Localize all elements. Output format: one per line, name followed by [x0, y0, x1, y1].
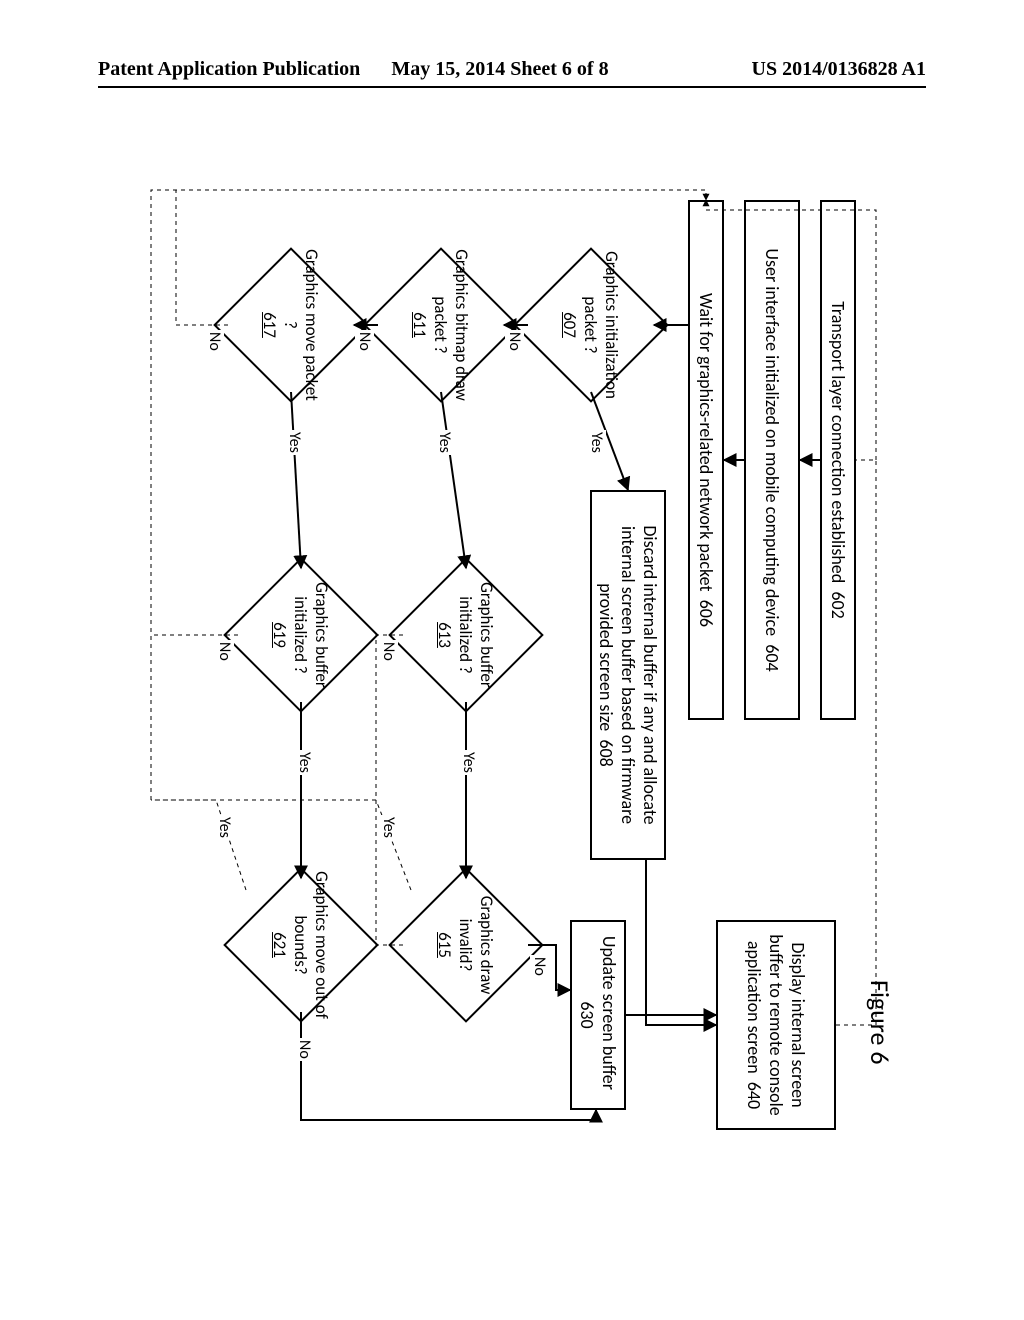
header-left: Patent Application Publication — [98, 58, 360, 81]
page: Patent Application Publication May 15, 2… — [0, 0, 1024, 1320]
diamond-613: Graphics buffer initialized ? 613 — [411, 580, 521, 690]
label-607-no: No — [505, 330, 524, 353]
diamond-607-label: Graphics initialization packet ? 607 — [536, 248, 646, 402]
diamond-611-label: Graphics bitmap draw packet ? 611 — [386, 248, 496, 402]
box-602-text: Transport layer connection established 6… — [827, 301, 849, 619]
label-607-yes: Yes — [587, 430, 606, 455]
header-rule — [98, 86, 926, 88]
box-604: User interface initialized on mobile com… — [744, 200, 800, 720]
box-640: Display internal screen buffer to remote… — [716, 920, 836, 1130]
label-613-yes: Yes — [459, 750, 478, 775]
header-right: US 2014/0136828 A1 — [752, 58, 926, 81]
diamond-617: Graphics move packet ? 617 — [236, 270, 346, 380]
box-608: Discard internal buffer if any and alloc… — [590, 490, 666, 860]
diamond-611: Graphics bitmap draw packet ? 611 — [386, 270, 496, 380]
box-606-text: Wait for graphics-related network packet… — [695, 293, 717, 627]
label-617-no: No — [205, 330, 224, 353]
diamond-619-label: Graphics buffer initialized ? 619 — [246, 558, 356, 712]
diamond-607: Graphics initialization packet ? 607 — [536, 270, 646, 380]
label-619-no: No — [215, 640, 234, 663]
diamond-615-label: Graphics draw invalid? 615 — [411, 868, 521, 1022]
label-615-no: No — [530, 955, 549, 978]
diamond-615: Graphics draw invalid? 615 — [411, 890, 521, 1000]
box-606: Wait for graphics-related network packet… — [688, 200, 724, 720]
box-630: Update screen buffer 630 — [570, 920, 626, 1110]
diamond-617-label: Graphics move packet ? 617 — [236, 248, 346, 402]
diagram-rotated-wrapper: Figure 6 Transport layer connection esta… — [0, 160, 896, 928]
diamond-621-label: Graphics move out of bounds? 621 — [246, 868, 356, 1022]
label-621-yes: Yes — [215, 815, 234, 840]
label-615-yes: Yes — [379, 815, 398, 840]
header-center: May 15, 2014 Sheet 6 of 8 — [370, 58, 630, 81]
box-630-text: Update screen buffer 630 — [576, 930, 620, 1100]
label-611-yes: Yes — [435, 430, 454, 455]
flowchart: Figure 6 Transport layer connection esta… — [128, 160, 896, 1160]
box-608-text: Discard internal buffer if any and alloc… — [595, 500, 661, 850]
box-602: Transport layer connection established 6… — [820, 200, 856, 720]
diamond-621: Graphics move out of bounds? 621 — [246, 890, 356, 1000]
box-640-text: Display internal screen buffer to remote… — [743, 930, 809, 1120]
label-611-no: No — [355, 330, 374, 353]
label-621-no: No — [295, 1038, 314, 1061]
label-619-yes: Yes — [295, 750, 314, 775]
label-613-no: No — [379, 640, 398, 663]
diamond-613-label: Graphics buffer initialized ? 613 — [411, 558, 521, 712]
label-617-yes: Yes — [285, 430, 304, 455]
box-604-text: User interface initialized on mobile com… — [761, 248, 783, 671]
figure-title: Figure 6 — [864, 980, 896, 1065]
diamond-619: Graphics buffer initialized ? 619 — [246, 580, 356, 690]
